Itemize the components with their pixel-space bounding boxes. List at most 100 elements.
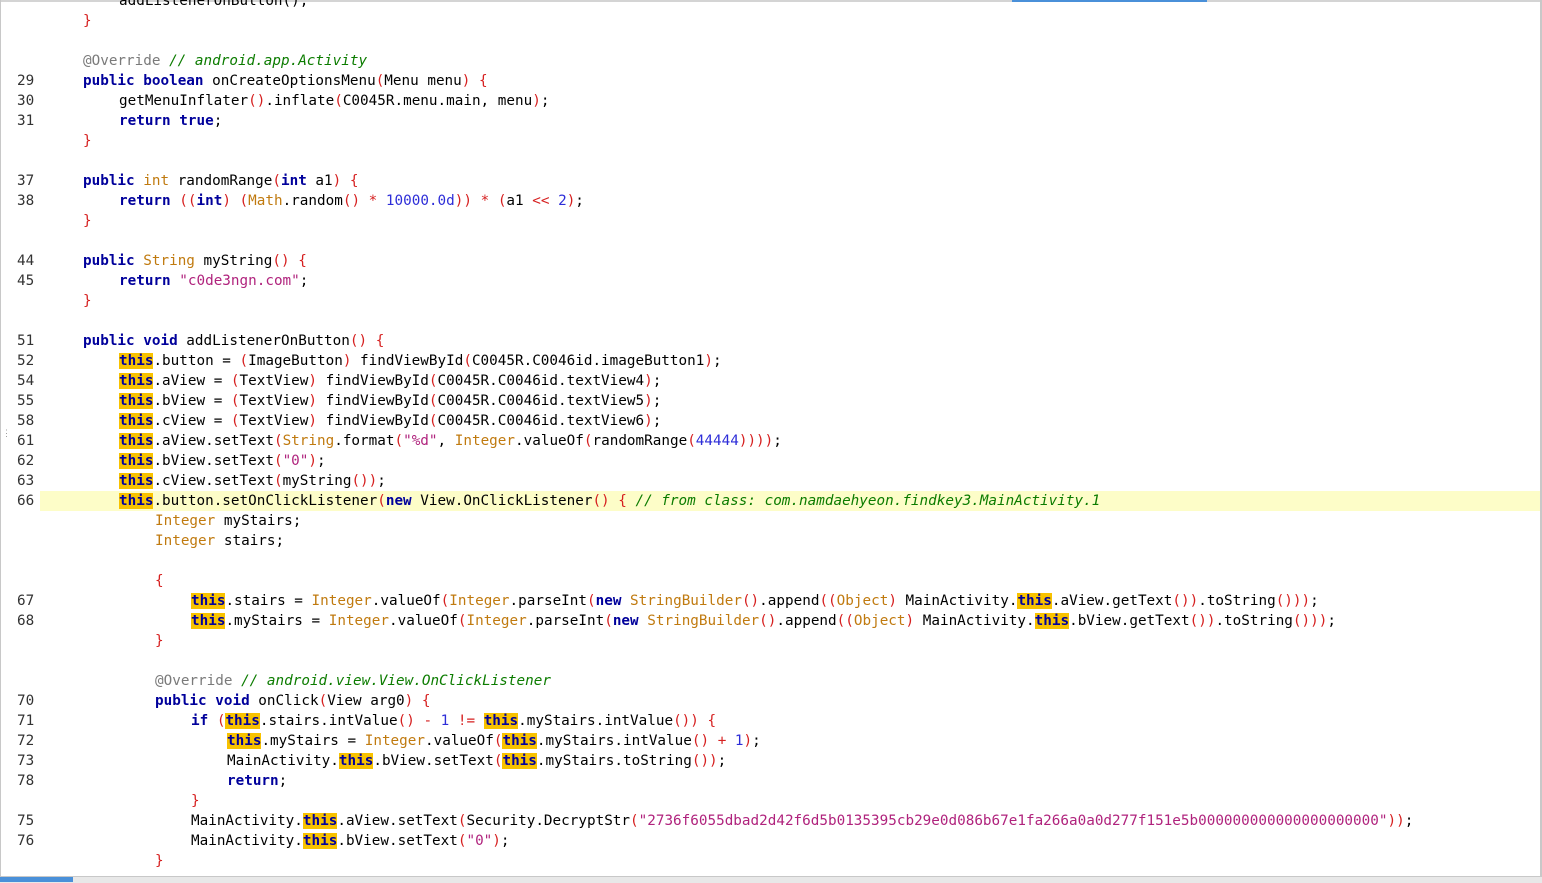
code-token: C0045R.C0046id.textView5 [437,393,645,409]
code-line[interactable]: 73 MainActivity.this.bView.setText(this.m… [0,751,1540,771]
code-line[interactable]: 51 public void addListenerOnButton() { [0,331,1540,351]
code-token: new [612,613,639,629]
code-token: .bView.setText [153,453,274,469]
code-line[interactable]: 76 MainActivity.this.bView.setText("0"); [0,831,1540,851]
code-line[interactable]: 54 this.aView = (TextView) findViewById(C… [0,371,1540,391]
code-line[interactable]: 62 this.bView.setText("0"); [0,451,1540,471]
code-token: public [83,173,135,189]
code-token: return [119,273,171,289]
code-line[interactable]: 63 this.cView.setText(myString()); [0,471,1540,491]
code-line[interactable]: } [0,631,1540,651]
code-token: Integer [449,593,510,609]
code-line[interactable]: 70 public void onClick(View arg0) { [0,691,1540,711]
code-line[interactable]: } [0,11,1540,31]
code-token: .myStairs = [261,733,365,749]
code-token: @Override [83,53,161,69]
code-token: () [397,713,415,729]
code-line[interactable]: @Override // android.app.Activity [0,51,1540,71]
line-number: 44 [17,253,35,269]
code-line[interactable]: 72 this.myStairs = Integer.valueOf(this.m… [0,731,1540,751]
code-token: ; [377,473,386,489]
code-token: // from class: com.namdaehyeon.findkey3.… [635,493,1101,509]
code-token: public [155,693,207,709]
code-line[interactable]: 75 MainActivity.this.aView.setText (Securi… [0,811,1540,831]
code-text: { [155,571,164,591]
code-token: "0" [466,833,493,849]
code-line[interactable] [0,231,1540,251]
code-line[interactable]: } [0,791,1540,811]
code-line[interactable]: } [0,291,1540,311]
code-line[interactable]: 61 this.aView.setText(String.format("%d",… [0,431,1540,451]
code-line[interactable]: 67 this.stairs = Integer.valueOf(Integer.… [0,591,1540,611]
code-token: Integer [328,613,389,629]
code-token: ( [428,373,438,389]
code-text: @Override // android.app.Activity [83,51,367,71]
code-line[interactable]: Integer stairs; [0,531,1540,551]
code-line[interactable]: 52 this.button = (ImageButton) findViewBy… [0,351,1540,371]
code-text: this.stairs = Integer.valueOf(Integer.pa… [191,591,1319,611]
this-keyword-highlight: this [119,413,154,429]
code-token: { [618,493,627,509]
code-line[interactable]: } [0,211,1540,231]
code-token: .valueOf [515,433,584,449]
code-token: myStairs; [215,513,302,529]
code-line[interactable]: @Override // android.view.View.OnClickLi… [0,671,1540,691]
code-line[interactable] [0,31,1540,51]
code-token: C0045R.C0046id.textView4 [437,373,645,389]
code-token: Security.DecryptStr [466,813,631,829]
code-token: // android.app.Activity [169,53,368,69]
code-line[interactable]: 55 this.bView = (TextView) findViewById(C… [0,391,1540,411]
code-line[interactable] [0,311,1540,331]
line-number: 30 [17,93,35,109]
code-token: addListenerOnButton(); [119,0,309,9]
code-token: "2736f6055dbad2d42f6d5b0135395cb29e0d086… [638,813,1388,829]
code-line[interactable]: 31 return true; [0,111,1540,131]
code-line[interactable]: { [0,571,1540,591]
code-token: getMenuInflater [119,93,249,109]
line-number: 52 [17,353,35,369]
code-line[interactable]: 38 return ((int) (Math.random() * 10000.0… [0,191,1540,211]
code-editor[interactable]: ⋮ addListenerOnButton();} @Override // an… [0,0,1542,883]
code-token: () [759,613,777,629]
code-line[interactable] [0,151,1540,171]
code-line[interactable]: 71 if (this.stairs.intValue() - 1 != this… [0,711,1540,731]
code-token: void [215,693,250,709]
code-line[interactable]: addListenerOnButton(); [0,0,1540,11]
code-token: .bView.setText [373,753,494,769]
code-token: ; [652,393,662,409]
code-line[interactable]: 78 return; [0,771,1540,791]
code-token: Integer [155,533,216,549]
code-line[interactable]: 30 getMenuInflater().inflate(C0045R.menu.… [0,91,1540,111]
code-token: (( [836,613,854,629]
code-token: ( [630,813,639,829]
code-token: )))) [738,433,774,449]
code-line[interactable]: } [0,851,1540,871]
code-token: { [421,693,431,709]
code-text: } [155,851,164,871]
code-line[interactable]: } [0,131,1540,151]
code-token: ImageButton [248,353,343,369]
code-line[interactable]: 29 public boolean onCreateOptionsMenu(Men… [0,71,1540,91]
code-line[interactable]: 44 public String myString() { [0,251,1540,271]
horizontal-scrollbar-thumb[interactable] [0,877,73,882]
code-line[interactable]: 37 public int randomRange(int a1) { [0,171,1540,191]
code-line[interactable] [0,651,1540,671]
code-token: (( [819,593,837,609]
code-text: MainActivity.this.bView.setText("0"); [191,831,510,851]
code-line-current[interactable]: 66 this.button.setOnClickListener(new Vie… [17,491,1540,511]
code-token: ; [773,433,782,449]
code-line[interactable]: 68 this.myStairs = Integer.valueOf(Intege… [0,611,1540,631]
code-token: ) [704,353,713,369]
code-token: ( [230,413,240,429]
this-keyword-highlight: this [1034,613,1070,629]
code-line[interactable]: 58 this.cView = (TextView) findViewById(C… [0,411,1540,431]
code-token: } [155,633,164,649]
code-token: .stairs = [225,593,312,609]
code-line[interactable]: 45 return "c0de3ngn.com"; [0,271,1540,291]
code-token: * [480,193,490,209]
code-line[interactable] [0,551,1540,571]
code-line[interactable]: Integer myStairs; [0,511,1540,531]
this-keyword-highlight: this [225,713,260,729]
